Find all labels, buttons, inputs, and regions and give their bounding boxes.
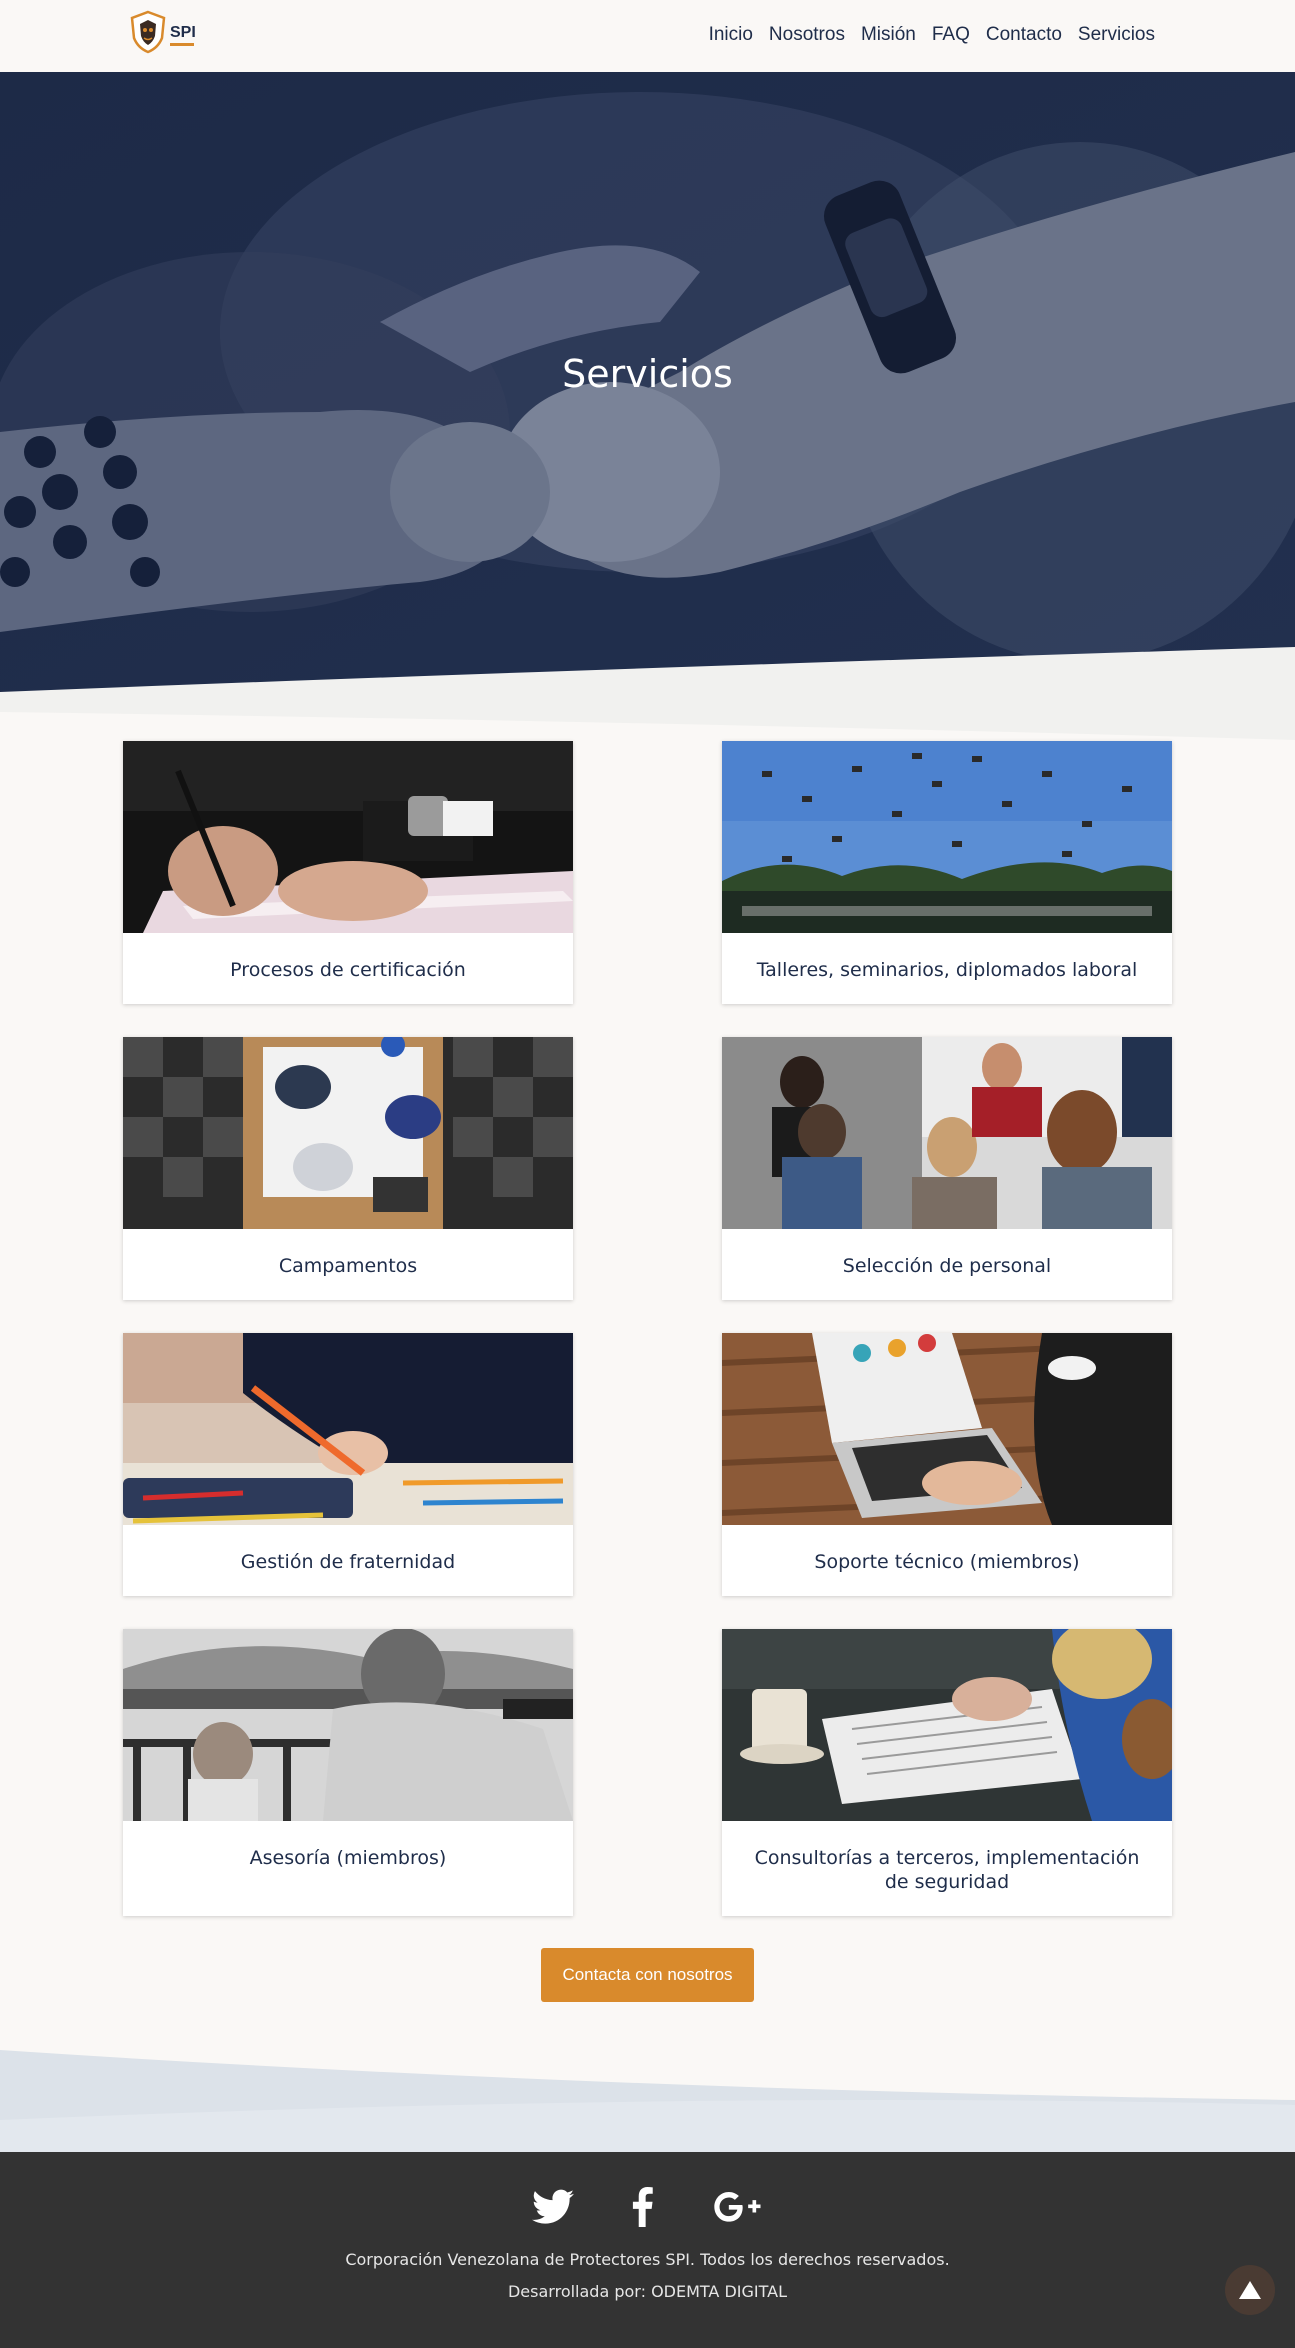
site-footer: Corporación Venezolana de Protectores SP… [0, 2152, 1295, 2348]
service-label: Gestión de fraternidad [240, 1551, 456, 1573]
service-card[interactable]: Talleres, seminarios, diplomados laboral [722, 741, 1172, 1004]
service-card[interactable]: Soporte técnico (miembros) [722, 1333, 1172, 1596]
nav-faq[interactable]: FAQ [932, 24, 970, 46]
logo-underline [170, 43, 194, 46]
father-daughter-image [123, 1629, 573, 1821]
service-card[interactable]: Gestión de fraternidad [123, 1333, 573, 1596]
logo-text: SPI [170, 24, 196, 41]
main-nav: Inicio Nosotros Misión FAQ Contacto Serv… [709, 24, 1155, 46]
copyright-text: Corporación Venezolana de Protectores SP… [345, 2250, 950, 2269]
notebook-coffee-image [722, 1629, 1172, 1821]
arrow-up-icon [1239, 2281, 1261, 2299]
twitter-icon[interactable] [528, 2182, 578, 2232]
nav-servicios[interactable]: Servicios [1078, 24, 1155, 46]
google-plus-icon[interactable] [713, 2182, 763, 2232]
nav-nosotros[interactable]: Nosotros [769, 24, 845, 46]
service-label: Selección de personal [842, 1255, 1052, 1277]
service-card[interactable]: Selección de personal [722, 1037, 1172, 1300]
meeting-table-image [123, 1037, 573, 1229]
service-card[interactable]: Procesos de certificación [123, 741, 573, 1004]
nav-mision[interactable]: Misión [861, 24, 916, 46]
service-label: Soporte técnico (miembros) [814, 1551, 1080, 1573]
nav-contacto[interactable]: Contacto [986, 24, 1062, 46]
back-to-top-button[interactable] [1225, 2265, 1275, 2315]
drawing-pencils-image [123, 1333, 573, 1525]
service-card[interactable]: Asesoría (miembros) [123, 1629, 573, 1916]
service-label: Campamentos [278, 1255, 418, 1277]
service-label: Procesos de certificación [230, 959, 466, 981]
shield-logo-icon [130, 10, 166, 54]
graduation-caps-image [722, 741, 1172, 933]
site-header: SPI Inicio Nosotros Misión FAQ Contacto … [0, 0, 1295, 72]
service-label: Talleres, seminarios, diplomados laboral [756, 959, 1138, 981]
service-label: Consultorías a terceros, implementación … [754, 1847, 1140, 1893]
service-label: Asesoría (miembros) [249, 1847, 447, 1869]
hero-banner: Servicios [0, 72, 1295, 740]
service-card[interactable]: Campamentos [123, 1037, 573, 1300]
logo[interactable]: SPI [128, 10, 198, 58]
signing-document-image [123, 741, 573, 933]
contact-us-button[interactable]: Contacta con nosotros [541, 1948, 754, 2002]
service-card[interactable]: Consultorías a terceros, implementación … [722, 1629, 1172, 1916]
page-title: Servicios [562, 352, 733, 396]
hero-fist-bump-image [0, 72, 1295, 740]
facebook-icon[interactable] [617, 2182, 667, 2232]
laptop-typing-image [722, 1333, 1172, 1525]
footer-wave-divider [0, 2050, 1295, 2154]
group-discussion-image [722, 1037, 1172, 1229]
developer-credit: Desarrollada por: ODEMTA DIGITAL [507, 2282, 787, 2301]
nav-inicio[interactable]: Inicio [709, 24, 753, 46]
